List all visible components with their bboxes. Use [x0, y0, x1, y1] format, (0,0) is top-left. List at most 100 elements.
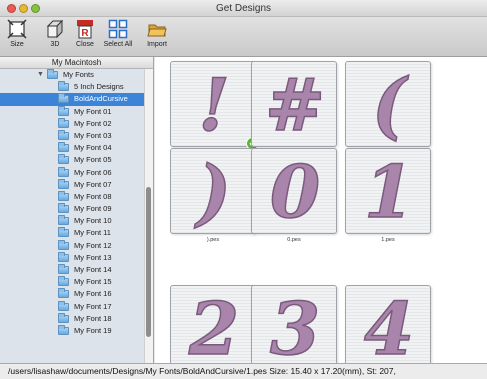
design-thumbnail[interactable]: # [251, 61, 337, 148]
cube-icon [45, 19, 65, 39]
sidebar-item-folder[interactable]: My Font 19 [0, 324, 153, 337]
folder-icon [58, 81, 69, 92]
sidebar-item-label: My Font 17 [74, 301, 112, 311]
sidebar-item-folder[interactable]: My Font 16 [0, 288, 153, 300]
sidebar-item-label: My Font 14 [74, 265, 112, 274]
folder-icon [58, 129, 69, 140]
folder-icon [58, 142, 69, 153]
sidebar-item-label: My Font 07 [74, 179, 112, 189]
sidebar-item-label: BoldAndCursive [74, 94, 128, 104]
folder-icon [58, 166, 69, 177]
sidebar-root-my-fonts[interactable]: ▼ My Fonts [0, 69, 153, 81]
sidebar-item-folder[interactable]: My Font 05 [0, 154, 153, 166]
sidebar-item-folder[interactable]: 5 Inch Designs [0, 81, 153, 93]
sidebar-item-label: My Font 08 [74, 191, 112, 201]
sidebar-item-label: My Font 03 [74, 130, 112, 140]
sidebar-header: My Macintosh [0, 57, 153, 69]
sidebar-item-label: My Font 09 [74, 204, 112, 214]
design-thumbnail[interactable]: ! [170, 61, 256, 148]
folder-icon [58, 203, 69, 214]
sidebar-item-folder[interactable]: My Font 13 [0, 251, 153, 264]
folder-icon [58, 178, 69, 189]
sidebar-item-folder[interactable]: My Font 10 [0, 215, 153, 227]
design-glyph: 4 [363, 285, 415, 363]
sidebar-item-label: My Font 05 [74, 155, 112, 165]
folder-icon [58, 190, 69, 201]
design-glyph: ! [197, 61, 230, 148]
design-glyph: 3 [269, 285, 321, 363]
import-label: Import [147, 41, 167, 48]
sidebar-item-folder[interactable]: My Font 17 [0, 300, 153, 313]
sidebar-item-folder[interactable]: BoldAndCursive [0, 93, 153, 106]
folder-icon [58, 300, 69, 311]
sidebar-item-folder[interactable]: My Font 01 [0, 105, 153, 118]
sidebar-item-folder[interactable]: My Font 03 [0, 129, 153, 142]
sidebar-item-folder[interactable]: My Font 14 [0, 264, 153, 276]
design-filename: ).pes [206, 237, 220, 243]
design-thumbnail[interactable]: 2 [170, 285, 256, 363]
select-all-button[interactable]: Select All [100, 19, 136, 48]
svg-text:R: R [81, 28, 89, 39]
design-thumbnail[interactable]: ) [170, 148, 256, 235]
folder-icon [58, 239, 69, 250]
folder-icon [58, 105, 69, 116]
sidebar-item-folder[interactable]: My Font 02 [0, 117, 153, 130]
sidebar-item-folder[interactable]: My Font 18 [0, 312, 153, 325]
sidebar-item-folder[interactable]: My Font 11 [0, 227, 153, 239]
design-thumbnail[interactable]: 0 [251, 148, 337, 235]
exit-icon: R [75, 19, 95, 39]
sidebar-item-label: My Font 10 [74, 216, 112, 226]
folder-icon [58, 215, 69, 226]
sidebar-item-folder[interactable]: My Font 08 [0, 190, 153, 203]
size-button[interactable]: Size [6, 19, 28, 48]
sidebar-item-label: My Font 11 [74, 228, 111, 238]
sidebar-item-folder[interactable]: My Font 04 [0, 142, 153, 154]
sidebar-item-folder[interactable]: My Font 15 [0, 276, 153, 288]
close-label: Close [76, 41, 94, 48]
size-label: Size [10, 41, 24, 48]
design-glyph: 0 [269, 148, 321, 235]
folder-icon [58, 154, 69, 165]
sidebar-item-folder[interactable]: My Font 12 [0, 239, 153, 252]
folder-icon [58, 93, 69, 104]
sidebar-item-label: My Font 18 [74, 313, 112, 323]
folder-icon [58, 227, 69, 238]
close-button[interactable]: R Close [73, 19, 97, 48]
disclosure-triangle-icon[interactable]: ▼ [37, 69, 44, 81]
status-bar: /users/lisashaw/documents/Designs/My Fon… [0, 363, 487, 379]
3d-button[interactable]: 3D [44, 19, 66, 48]
design-thumbnail[interactable]: 3 [251, 285, 337, 363]
design-filename: 0.pes [287, 237, 301, 243]
sidebar-item-folder[interactable]: My Font 06 [0, 166, 153, 179]
sidebar-scroll-thumb[interactable] [146, 187, 151, 337]
design-thumbnail[interactable]: ( [345, 61, 431, 148]
design-glyph: ) [196, 148, 232, 235]
sidebar-item-label: My Fonts [63, 70, 94, 79]
toolbar: Size 3D R Close Select All Import [0, 17, 487, 57]
design-filename: 1.pes [381, 237, 395, 243]
design-grid: !!.pes✔##.pes((.pes)).pes00.pes11.pes234 [155, 57, 487, 363]
sidebar-item-label: 5 Inch Designs [74, 82, 124, 92]
sidebar-item-label: My Font 01 [74, 106, 112, 116]
folder-sidebar: My Macintosh ▼ My Fonts 5 Inch Designs Bo… [0, 57, 154, 363]
design-glyph: # [264, 61, 326, 148]
3d-label: 3D [50, 41, 60, 48]
sidebar-item-folder[interactable]: My Font 07 [0, 178, 153, 191]
folder-icon [58, 276, 69, 287]
window-title: Get Designs [215, 3, 272, 14]
select-all-label: Select All [103, 41, 133, 48]
folder-icon [58, 264, 69, 274]
import-button[interactable]: Import [143, 19, 171, 48]
sidebar-item-folder[interactable]: My Font 09 [0, 203, 153, 215]
sidebar-item-label: My Font 04 [74, 143, 112, 153]
design-glyph: ( [371, 61, 407, 148]
sidebar-item-label: My Font 12 [74, 240, 112, 250]
grid-icon [108, 19, 128, 39]
sidebar-item-label: My Font 06 [74, 167, 112, 177]
title-bar: Get Designs [0, 0, 487, 17]
folder-icon [47, 69, 58, 79]
design-thumbnail[interactable]: 1 [345, 148, 431, 235]
folder-list: 5 Inch Designs BoldAndCursive My Font 01 My… [0, 81, 153, 337]
folder-open-icon [147, 19, 167, 39]
design-thumbnail[interactable]: 4 [345, 285, 431, 363]
